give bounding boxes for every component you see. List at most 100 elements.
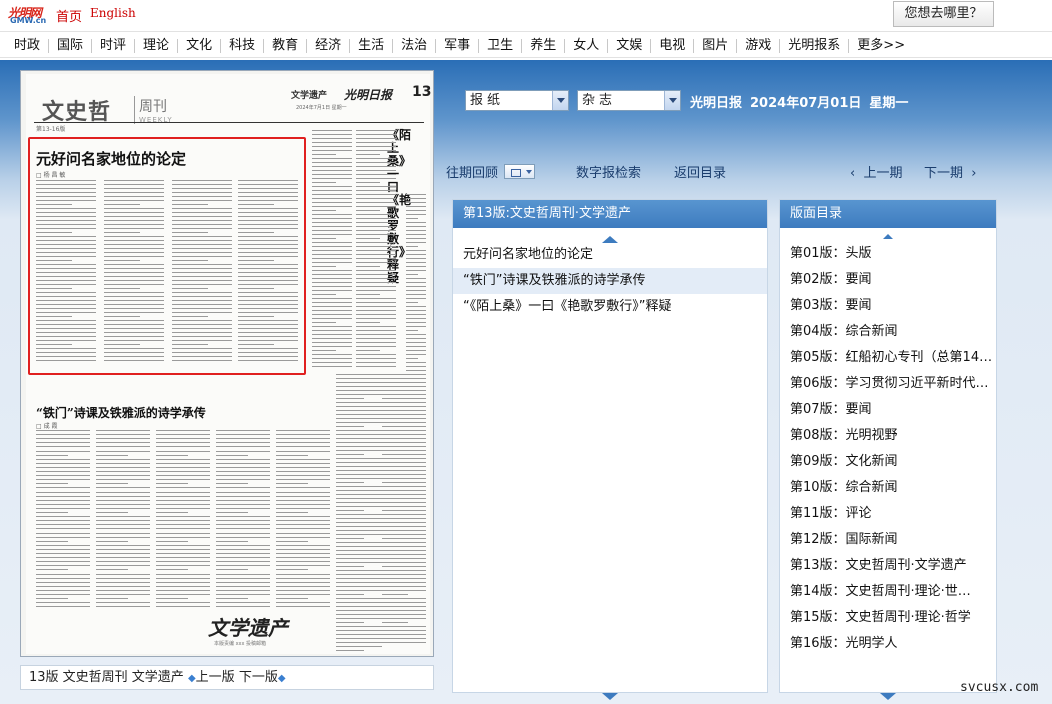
where-to-go-button[interactable]: 您想去哪里？: [893, 1, 994, 27]
paper-text-line: [96, 565, 150, 567]
paper-text-line: [406, 290, 426, 291]
paper-text-line: [36, 332, 96, 333]
paper-text-line: [36, 512, 69, 513]
paper-text-line: [96, 479, 150, 481]
nav-item[interactable]: 教育: [263, 38, 306, 53]
nav-item[interactable]: 养生: [521, 38, 564, 53]
paper-text-line: [336, 490, 382, 491]
paper-text-line: [172, 328, 232, 329]
nav-item[interactable]: 科技: [220, 38, 263, 53]
paper-text-line: [238, 352, 298, 353]
nav-item[interactable]: 时评: [91, 38, 134, 53]
prev-issue-link[interactable]: ‹ 上一期: [850, 162, 902, 181]
paper-text-line: [276, 540, 309, 542]
page-index-item[interactable]: 第10版：综合新闻: [780, 475, 996, 501]
nav-item[interactable]: 生活: [349, 38, 392, 53]
nav-item[interactable]: 时政: [6, 38, 48, 53]
scroll-up-icon[interactable]: [883, 234, 893, 239]
paper-text-line: [336, 398, 364, 399]
paper-text-line: [382, 566, 409, 567]
page-index-item[interactable]: 第01版：头版: [780, 241, 996, 267]
paper-text-line: [96, 569, 129, 571]
page-index-item[interactable]: 第12版：国际新闻: [780, 527, 996, 553]
page-index-item[interactable]: 第08版：光明视野: [780, 423, 996, 449]
paper-text-line: [36, 264, 96, 265]
nav-item[interactable]: 文化: [177, 38, 220, 53]
page-index-item[interactable]: 第16版：光明学人: [780, 631, 996, 657]
digital-search-link[interactable]: 数字报检索: [576, 162, 641, 181]
scroll-down-icon[interactable]: [880, 693, 896, 700]
back-to-catalog-link[interactable]: 返回目录: [674, 162, 726, 181]
chevron-down-icon[interactable]: [664, 91, 680, 110]
nav-item[interactable]: 国际: [48, 38, 91, 53]
prev-page-link[interactable]: 上一版: [196, 670, 235, 685]
scroll-down-icon[interactable]: [602, 693, 618, 700]
article-list-item[interactable]: “铁门”诗课及铁雅派的诗学承传: [453, 268, 767, 294]
page-index-item[interactable]: 第02版：要闻: [780, 267, 996, 293]
page-index-item[interactable]: 第13版：文史哲周刊·文学遗产: [780, 553, 996, 579]
nav-item[interactable]: 女人: [564, 38, 607, 53]
newspaper-page-image[interactable]: 文史哲 周刊 WEEKLY 文学遗产 光明日报 13 2024年7月1日 星期一…: [20, 70, 434, 657]
nav-item[interactable]: 电视: [650, 38, 693, 53]
paper-text-line: [216, 462, 270, 464]
nav-item[interactable]: 理论: [134, 38, 177, 53]
paper-text-line: [156, 602, 210, 604]
nav-item[interactable]: 光明报系: [779, 38, 848, 53]
page-index-item[interactable]: 第05版：红船初心专刊（总第142…: [780, 345, 996, 371]
paper-text-line: [336, 374, 382, 375]
paper-text-line: [406, 210, 426, 211]
page-index-item[interactable]: 第03版：要闻: [780, 293, 996, 319]
paper-article2-title[interactable]: “铁门”诗课及铁雅派的诗学承传: [36, 404, 206, 421]
paper-text-line: [156, 569, 189, 571]
paper-text-line: [156, 585, 210, 587]
paper-text-line: [172, 308, 232, 309]
site-logo[interactable]: 光明网 GMW.cn: [8, 5, 50, 25]
nav-item[interactable]: 卫生: [478, 38, 521, 53]
nav-item[interactable]: 图片: [693, 38, 736, 53]
next-issue-link[interactable]: 下一期 ›: [924, 162, 976, 181]
chevron-down-icon[interactable]: [552, 91, 568, 110]
nav-item[interactable]: 法治: [392, 38, 435, 53]
nav-item[interactable]: 游戏: [736, 38, 779, 53]
past-issues-link[interactable]: 往期回顾: [446, 162, 498, 181]
paper-text-line: [36, 248, 96, 249]
prev-page-arrow-icon[interactable]: ◆: [188, 673, 196, 684]
nav-item[interactable]: 文娱: [607, 38, 650, 53]
page-index-item[interactable]: 第06版：学习贯彻习近平新时代…: [780, 371, 996, 397]
page-index-item[interactable]: 第04版：综合新闻: [780, 319, 996, 345]
paper-text-line: [336, 422, 382, 423]
calendar-picker-icon[interactable]: [504, 164, 535, 179]
paper-text-line: [156, 577, 210, 579]
paper-text-line: [406, 362, 426, 363]
newspaper-select[interactable]: 报纸: [465, 90, 569, 111]
paper-text-line: [238, 228, 298, 229]
paper-text-line: [238, 328, 298, 329]
page-index-item[interactable]: 第09版：文化新闻: [780, 449, 996, 475]
paper-text-line: [172, 280, 232, 281]
article-list-item[interactable]: 元好问名家地位的论定: [453, 242, 767, 268]
page-index-item[interactable]: 第15版：文史哲周刊·理论·哲学: [780, 605, 996, 631]
page-index-item[interactable]: 第14版：文史哲周刊·理论·世…: [780, 579, 996, 605]
paper-text-line: [156, 581, 210, 583]
article-list-item[interactable]: “《陌上桑》一曰《艳歌罗敷行》”释疑: [453, 294, 767, 320]
nav-item[interactable]: 更多>>: [848, 38, 913, 53]
english-link[interactable]: English: [90, 6, 136, 20]
page-index-item[interactable]: 第11版：评论: [780, 501, 996, 527]
nav-item[interactable]: 经济: [306, 38, 349, 53]
paper-text-line: [406, 214, 426, 215]
next-page-arrow-icon[interactable]: ◆: [278, 673, 286, 684]
page-index-item[interactable]: 第07版：要闻: [780, 397, 996, 423]
paper-page-number: 13: [412, 84, 432, 100]
paper-text-line: [238, 224, 298, 225]
nav-item[interactable]: 军事: [435, 38, 478, 53]
next-page-link[interactable]: 下一版: [239, 670, 278, 685]
home-link[interactable]: 首页: [56, 6, 82, 25]
paper-text-line: [312, 366, 352, 367]
paper-text-line: [36, 454, 69, 456]
top-bar: 光明网 GMW.cn 首页 English 您想去哪里？: [0, 0, 1052, 30]
paper-text-line: [356, 238, 380, 239]
paper-text-line: [36, 288, 72, 289]
paper-text-line: [312, 154, 336, 155]
paper-text-line: [336, 530, 382, 531]
magazine-select[interactable]: 杂志: [577, 90, 681, 111]
